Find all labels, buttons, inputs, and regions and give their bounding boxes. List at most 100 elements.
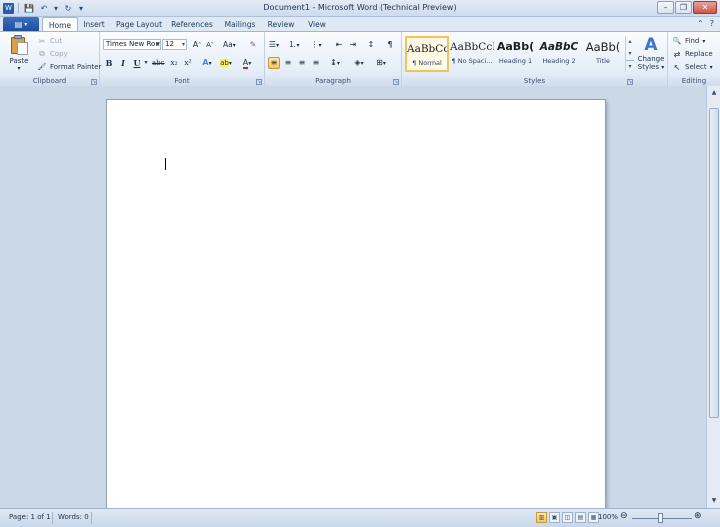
font-launcher-icon[interactable]: ↘ [256, 79, 262, 85]
zoom-level[interactable]: 100% [598, 513, 618, 521]
file-menu-button[interactable]: ▤ ▾ [3, 17, 39, 32]
minimize-ribbon-icon[interactable]: ⌃ [697, 19, 704, 28]
tab-references[interactable]: References [170, 17, 214, 32]
change-styles-arrow-icon: ▾ [661, 64, 665, 71]
ribbon-help-controls: ⌃ ? [697, 19, 714, 28]
bullets-button[interactable]: ☰▾ [268, 39, 280, 51]
document-page[interactable] [106, 99, 606, 527]
tab-review[interactable]: Review [266, 17, 296, 32]
help-icon[interactable]: ? [710, 19, 714, 28]
italic-button[interactable]: I [117, 57, 129, 69]
style-title[interactable]: AaBb( Title [582, 36, 624, 72]
close-button[interactable]: ✕ [693, 1, 717, 14]
full-screen-view-icon[interactable]: ▣ [549, 512, 560, 523]
pilcrow-icon: ¶ [387, 40, 393, 49]
italic-icon: I [121, 58, 125, 68]
font-name-combo[interactable]: Times New Rom ▾ [103, 39, 161, 50]
underline-button[interactable]: U [131, 57, 143, 69]
paragraph-launcher-icon[interactable]: ↘ [393, 79, 399, 85]
format-painter-button[interactable]: 🖌 Format Painter [37, 62, 102, 72]
style-normal-name: ¶ Normal [412, 59, 442, 67]
select-button[interactable]: ↖ Select ▾ [672, 62, 713, 72]
find-icon: 🔍 [672, 37, 682, 45]
style-heading-1-name: Heading 1 [498, 57, 533, 65]
styles-scroll-up-icon[interactable]: ▴ [626, 36, 634, 48]
text-effects-button[interactable]: A▾ [201, 57, 213, 69]
style-normal[interactable]: AaBbCcI ¶ Normal [405, 36, 449, 72]
highlight-button[interactable]: ab▾ [220, 57, 232, 69]
subscript-button[interactable]: x₂ [168, 57, 180, 69]
word-count[interactable]: Words: 0 [58, 513, 89, 521]
sort-button[interactable]: ↕ [365, 39, 377, 51]
style-no-spacing[interactable]: AaBbCcI ¶ No Spaci... [450, 36, 494, 72]
styles-group: AaBbCcI ¶ Normal AaBbCcI ¶ No Spaci... A… [402, 32, 668, 87]
zoom-out-icon[interactable]: ⊖ [620, 511, 628, 521]
tab-view[interactable]: View [304, 17, 330, 32]
style-heading-1[interactable]: AaBb( Heading 1 [494, 36, 537, 72]
change-styles-button[interactable]: A Change Styles ▾ [636, 35, 666, 71]
align-left-icon: ≡ [270, 58, 278, 67]
cut-button[interactable]: ✂ Cut [37, 36, 62, 46]
tab-home[interactable]: Home [42, 17, 78, 32]
underline-dropdown[interactable]: ▾ [143, 57, 149, 69]
justify-button[interactable]: ≡ [310, 57, 322, 69]
bold-button[interactable]: B [103, 57, 115, 69]
scissors-icon: ✂ [38, 36, 46, 46]
clipboard-launcher-icon[interactable]: ↘ [91, 79, 97, 85]
font-size-value: 12 [165, 40, 174, 48]
increase-indent-button[interactable]: ⇥ [347, 39, 359, 51]
bold-icon: B [105, 58, 113, 68]
numbering-button[interactable]: ⒈▾ [288, 39, 300, 51]
paste-button[interactable]: Paste ▾ [6, 35, 32, 72]
borders-arrow-icon: ▾ [382, 60, 386, 67]
replace-button[interactable]: ⇄ Replace [672, 49, 713, 59]
scroll-down-icon[interactable]: ▼ [708, 495, 720, 507]
find-button[interactable]: 🔍 Find ▾ [672, 36, 706, 46]
outline-view-icon[interactable]: ▤ [575, 512, 586, 523]
underline-icon: U [133, 58, 141, 68]
styles-more-icon[interactable]: ▾ [626, 60, 634, 72]
styles-scroll-down-icon[interactable]: ▾ [626, 48, 634, 60]
minimize-button[interactable]: – [657, 1, 674, 14]
restore-button[interactable]: ❐ [675, 1, 692, 14]
change-case-button[interactable]: Aa▾ [223, 39, 236, 51]
shading-button[interactable]: ◈▾ [353, 57, 365, 69]
page-count[interactable]: Page: 1 of 1 [9, 513, 51, 521]
style-heading-2[interactable]: AaBbC Heading 2 [537, 36, 581, 72]
scroll-up-icon[interactable]: ▲ [708, 87, 720, 99]
decrease-indent-icon: ⇤ [335, 40, 343, 49]
center-button[interactable]: ≡ [282, 57, 294, 69]
zoom-in-icon[interactable]: ⊕ [694, 511, 702, 521]
zoom-slider-thumb[interactable] [658, 513, 663, 523]
borders-button[interactable]: ⊞▾ [375, 57, 387, 69]
line-spacing-button[interactable]: ↨▾ [329, 57, 341, 69]
copy-button[interactable]: ⧉ Copy [37, 49, 68, 59]
style-title-name: Title [596, 57, 610, 65]
shrink-font-button[interactable]: A˅ [204, 39, 216, 51]
print-layout-view-icon[interactable]: ▥ [536, 512, 547, 523]
clear-formatting-button[interactable]: ✎ [247, 39, 259, 51]
tab-insert[interactable]: Insert [80, 17, 108, 32]
vertical-scrollbar[interactable]: ▲ ▼ [706, 86, 720, 508]
status-bar: Page: 1 of 1 Words: 0 ▥ ▣ ◫ ▤ ▦ 100% ⊖ ⊕ [0, 508, 720, 527]
styles-launcher-icon[interactable]: ↘ [627, 79, 633, 85]
decrease-indent-button[interactable]: ⇤ [333, 39, 345, 51]
font-size-combo[interactable]: 12 ▾ [162, 39, 187, 50]
style-heading-2-name: Heading 2 [542, 57, 576, 65]
tab-page-layout[interactable]: Page Layout [114, 17, 164, 32]
select-cursor-icon: ↖ [673, 62, 681, 72]
web-layout-view-icon[interactable]: ◫ [562, 512, 573, 523]
align-left-button[interactable]: ≡ [268, 57, 280, 69]
font-name-arrow-icon[interactable]: ▾ [156, 40, 159, 49]
grow-font-button[interactable]: A˄ [191, 39, 203, 51]
align-right-button[interactable]: ≡ [296, 57, 308, 69]
font-size-arrow-icon[interactable]: ▾ [182, 40, 185, 49]
superscript-button[interactable]: x² [182, 57, 194, 69]
strikethrough-button[interactable]: abc [152, 57, 165, 69]
scroll-thumb[interactable] [709, 108, 719, 418]
style-heading-1-sample: AaBb( [496, 41, 535, 53]
font-color-button[interactable]: A▾ [241, 57, 253, 69]
multilevel-list-button[interactable]: ⋮▾ [310, 39, 322, 51]
show-marks-button[interactable]: ¶ [384, 39, 396, 51]
tab-mailings[interactable]: Mailings [222, 17, 258, 32]
